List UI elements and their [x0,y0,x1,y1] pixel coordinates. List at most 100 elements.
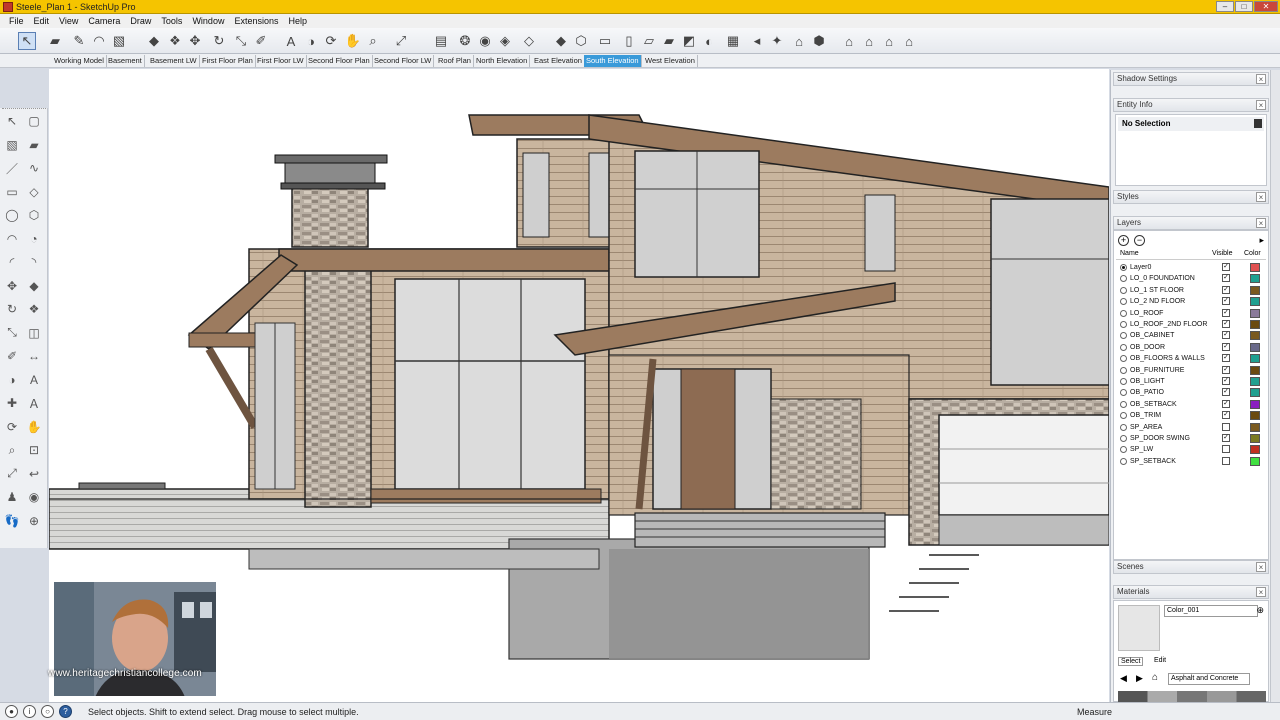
minimize-button[interactable]: – [1216,1,1234,12]
layer-name[interactable]: LO_1 ST FLOOR [1130,285,1184,296]
scene-tab-working-model[interactable]: Working Model [52,55,107,67]
layer-color-swatch[interactable] [1250,320,1260,329]
materials-header[interactable]: Materials × [1113,585,1269,599]
move-icon[interactable]: ✥ [186,32,204,50]
paint-bucket-icon[interactable]: ▧ [110,32,128,50]
scale-icon[interactable]: ⤡ [232,32,250,50]
layer-row[interactable]: OB_FURNITURE ✓ [1120,365,1268,376]
orbit-icon[interactable]: ⟳ [3,418,21,436]
follow-me-icon[interactable]: ❖ [166,32,184,50]
layer-visible-checkbox[interactable]: ✓ [1222,365,1230,374]
material-library-select[interactable]: Asphalt and Concrete [1168,673,1250,685]
layer-row[interactable]: OB_SETBACK ✓ [1120,399,1268,410]
active-layer-radio[interactable] [1120,309,1127,317]
home-icon[interactable]: ⌂ [1152,672,1158,683]
top-view-icon[interactable]: ▭ [596,32,614,50]
column-color-header[interactable]: Color [1244,250,1261,257]
scene-tab-first-floor-plan[interactable]: First Floor Plan [200,55,256,67]
active-layer-radio[interactable] [1120,412,1127,420]
layer-row[interactable]: SP_LW [1120,444,1268,455]
active-layer-radio[interactable] [1120,321,1127,328]
forward-arrow-icon[interactable]: ▶ [1136,673,1143,684]
pan-icon[interactable]: ✋ [344,32,362,50]
layer-row[interactable]: LO_1 ST FLOOR ✓ [1120,285,1268,296]
styles-icon[interactable]: ◈ [496,32,514,50]
add-layer-icon[interactable]: + [1118,235,1129,246]
layer-name[interactable]: OB_TRIM [1130,410,1161,421]
scale-icon[interactable]: ⤡ [3,324,21,342]
fog-icon[interactable]: ▦ [724,32,742,50]
barn-icon[interactable]: ⌂ [900,32,918,50]
styles-header[interactable]: Styles × [1113,190,1269,204]
zoom-window-icon[interactable]: ⊡ [25,441,43,459]
layer-name[interactable]: SP_DOOR SWING [1130,433,1190,444]
active-layer-radio[interactable] [1120,457,1127,465]
protractor-icon[interactable]: ◑ [3,371,21,389]
layer-color-swatch[interactable] [1250,388,1260,398]
close-icon[interactable]: × [1256,74,1266,84]
tab-select[interactable]: Select [1118,657,1144,666]
right-view-icon[interactable]: ▱ [640,32,658,50]
layer-name[interactable]: LO_2 ND FLOOR [1130,296,1185,307]
iso-view-icon[interactable]: ⬡ [572,32,590,50]
menu-view[interactable]: View [54,16,83,26]
layers-header[interactable]: Layers × [1113,216,1269,230]
menu-extensions[interactable]: Extensions [229,16,283,26]
pie-icon[interactable]: ◔ [25,230,43,248]
zoom-icon[interactable]: ⌕ [3,441,21,459]
scene-tab-south-elevation[interactable]: South Elevation [584,55,642,67]
scene-tab-north-elevation[interactable]: North Elevation [474,55,531,67]
layer-name[interactable]: SP_LW [1130,444,1153,455]
arc-icon[interactable]: ◠ [3,230,21,248]
layer-color-swatch[interactable] [1250,342,1260,352]
paint-bucket-icon[interactable]: ▧ [3,136,21,154]
two-point-arc-icon[interactable]: ◜ [3,253,21,271]
dimension-icon[interactable]: ↔ [25,347,43,365]
arc-icon[interactable]: ◠ [90,32,108,50]
layer-visible-checkbox[interactable]: ✓ [1222,263,1230,271]
rectangle-icon[interactable]: ▭ [3,183,21,201]
warehouse-icon[interactable]: ⌂ [790,32,808,50]
layer-color-swatch[interactable] [1250,445,1260,455]
line-icon[interactable]: ／ [3,159,21,177]
rotated-rect-icon[interactable]: ◇ [25,183,43,201]
layer-color-swatch[interactable] [1250,331,1260,341]
palette-grip[interactable] [2,108,46,111]
walk-icon[interactable]: 👣 [3,512,21,530]
layer-visible-checkbox[interactable] [1222,422,1230,431]
model-info-icon[interactable]: ▤ [432,32,450,50]
look-around-icon[interactable]: ◉ [25,488,43,506]
close-icon[interactable]: × [1256,562,1266,572]
layer-row[interactable]: OB_DOOR ✓ [1120,342,1268,353]
layer-color-swatch[interactable] [1250,399,1260,409]
menu-tools[interactable]: Tools [156,16,187,26]
scene-tab-roof-plan[interactable]: Roof Plan [436,55,474,67]
layer-name[interactable]: OB_FLOORS & WALLS [1130,353,1205,364]
move-icon[interactable]: ✥ [3,277,21,295]
layer-visible-checkbox[interactable]: ✓ [1222,399,1230,408]
scene-tab-second-floor-plan[interactable]: Second Floor Plan [306,55,373,67]
menu-file[interactable]: File [4,16,29,26]
layer-row[interactable]: OB_FLOORS & WALLS ✓ [1120,353,1268,364]
shadows-icon[interactable]: ◐ [700,32,718,50]
layer-color-swatch[interactable] [1250,456,1260,466]
zoom-extents-icon[interactable]: ⤢ [392,32,410,50]
back-view-icon[interactable]: ▰ [660,32,678,50]
push-pull-icon[interactable]: ◆ [25,277,43,295]
components-icon[interactable]: ❂ [456,32,474,50]
layer-name[interactable]: OB_DOOR [1130,342,1165,353]
house-alt-icon[interactable]: ⌂ [860,32,878,50]
layer-visible-checkbox[interactable]: ✓ [1222,285,1230,294]
layer-details-icon[interactable]: ▸ [1259,235,1264,246]
active-layer-radio[interactable] [1120,435,1127,442]
layer-color-swatch[interactable] [1250,434,1260,443]
active-layer-radio[interactable] [1120,275,1127,283]
active-layer-radio[interactable] [1120,446,1127,454]
pan-icon[interactable]: ✋ [25,418,43,436]
layer-visible-checkbox[interactable]: ✓ [1222,320,1230,328]
tape-measure-icon[interactable]: ✐ [3,347,21,365]
active-layer-radio[interactable] [1120,298,1127,306]
layer-name[interactable]: SP_SETBACK [1130,456,1176,467]
layer-name[interactable]: OB_LIGHT [1130,376,1165,387]
active-layer-radio[interactable] [1120,389,1127,397]
